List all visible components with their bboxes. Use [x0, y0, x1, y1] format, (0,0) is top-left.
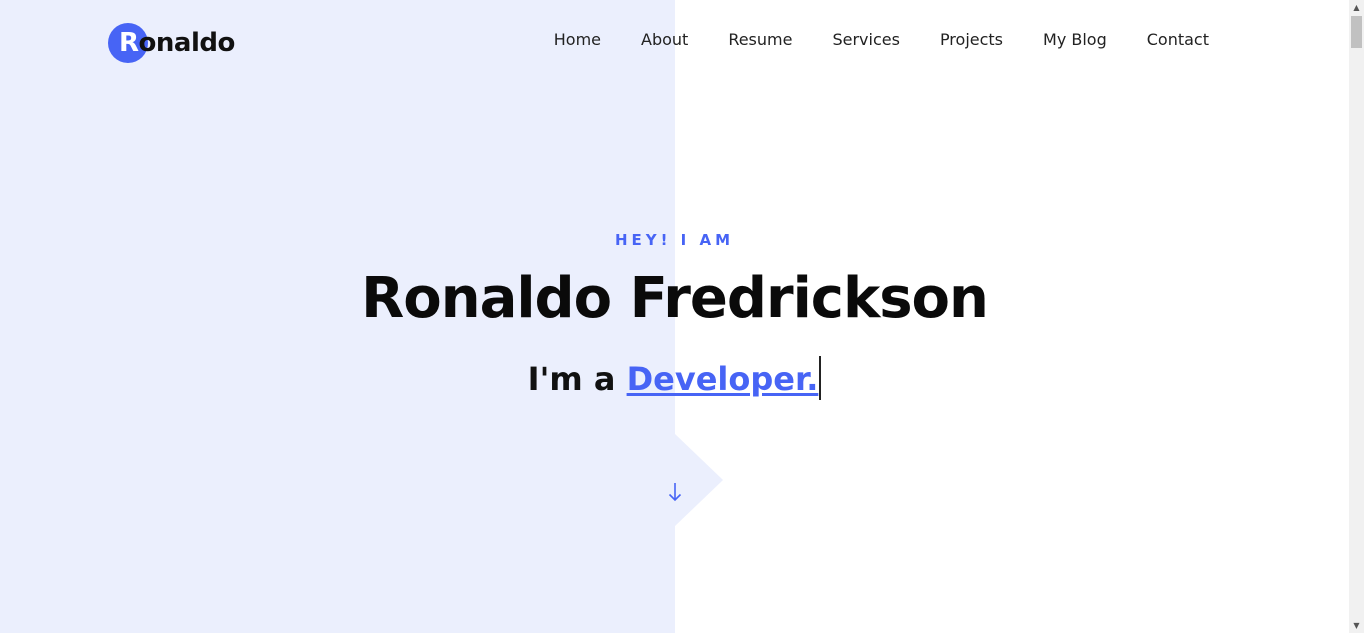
main-nav: Home About Resume Services Projects My B… — [514, 30, 1209, 50]
logo-first-letter: R — [119, 28, 139, 58]
vertical-scrollbar[interactable]: ▲ ▼ — [1349, 0, 1364, 633]
scrollbar-thumb[interactable] — [1351, 16, 1362, 48]
page: Ronaldo Home About Resume Services Proje… — [0, 0, 1349, 633]
nav-about[interactable]: About — [641, 30, 688, 50]
scroll-down-icon[interactable]: ▼ — [1349, 618, 1364, 633]
hero-greeting: HEY! I AM — [614, 231, 735, 249]
site-logo[interactable]: Ronaldo — [108, 23, 235, 63]
logo-text: Ronaldo — [108, 28, 235, 58]
hero-name: Ronaldo Fredrickson — [361, 266, 989, 331]
tagline-prefix: I'm a — [527, 360, 616, 398]
nav-services[interactable]: Services — [832, 30, 899, 50]
nav-projects[interactable]: Projects — [940, 30, 1003, 50]
typing-cursor — [819, 356, 822, 400]
nav-home[interactable]: Home — [554, 30, 601, 50]
scroll-up-icon[interactable]: ▲ — [1349, 0, 1364, 15]
hero-tagline: I'm a Developer. — [0, 356, 1349, 400]
arrow-down-icon[interactable] — [664, 480, 686, 504]
nav-resume[interactable]: Resume — [728, 30, 792, 50]
nav-contact[interactable]: Contact — [1147, 30, 1209, 50]
nav-my-blog[interactable]: My Blog — [1043, 30, 1107, 50]
logo-rest: onaldo — [138, 28, 236, 58]
tagline-role[interactable]: Developer. — [627, 360, 819, 398]
